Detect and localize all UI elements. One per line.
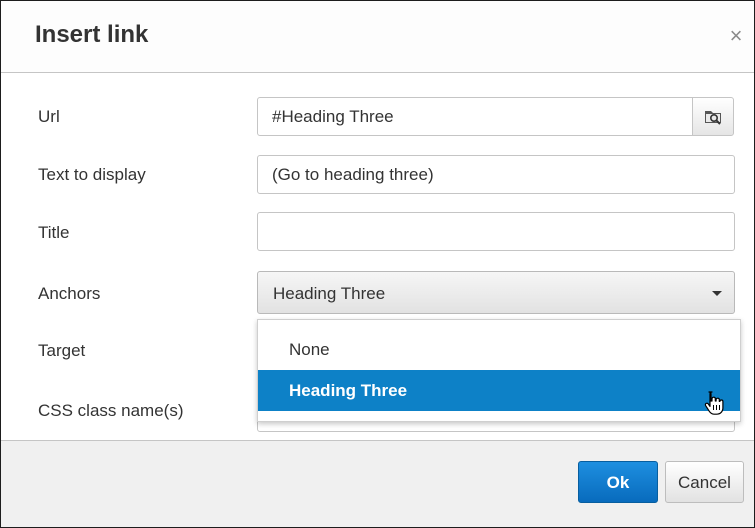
ok-button[interactable]: Ok [578,461,658,503]
css-class-label: CSS class name(s) [38,401,184,420]
url-input[interactable] [257,97,693,136]
anchors-select[interactable]: Heading Three [257,271,735,314]
close-icon[interactable]: × [726,23,746,49]
text-to-display-label: Text to display [38,165,146,184]
folder-search-icon [705,111,721,125]
menu-item-heading-three[interactable]: Heading Three [258,370,740,415]
title-label: Title [38,223,70,242]
hand-pointer-cursor-icon [704,391,724,415]
menu-item-none[interactable]: None [258,329,740,370]
dialog-title: Insert link [35,21,149,48]
anchors-label: Anchors [38,284,101,303]
chevron-down-icon [712,291,722,296]
menu-item-label: Heading Three [289,381,408,400]
cancel-button[interactable]: Cancel [665,461,744,503]
browse-button[interactable] [692,97,734,136]
anchors-dropdown-menu: None Heading Three [257,319,741,422]
dialog-footer: Ok Cancel [1,440,754,527]
insert-link-dialog: Insert link × Url Text to display Title … [0,0,755,528]
title-input[interactable] [257,212,735,251]
dialog-header: Insert link × [1,1,754,73]
target-label: Target [38,341,86,360]
anchors-selected-value: Heading Three [273,284,386,303]
url-label: Url [38,107,60,126]
text-to-display-input[interactable] [257,155,735,194]
